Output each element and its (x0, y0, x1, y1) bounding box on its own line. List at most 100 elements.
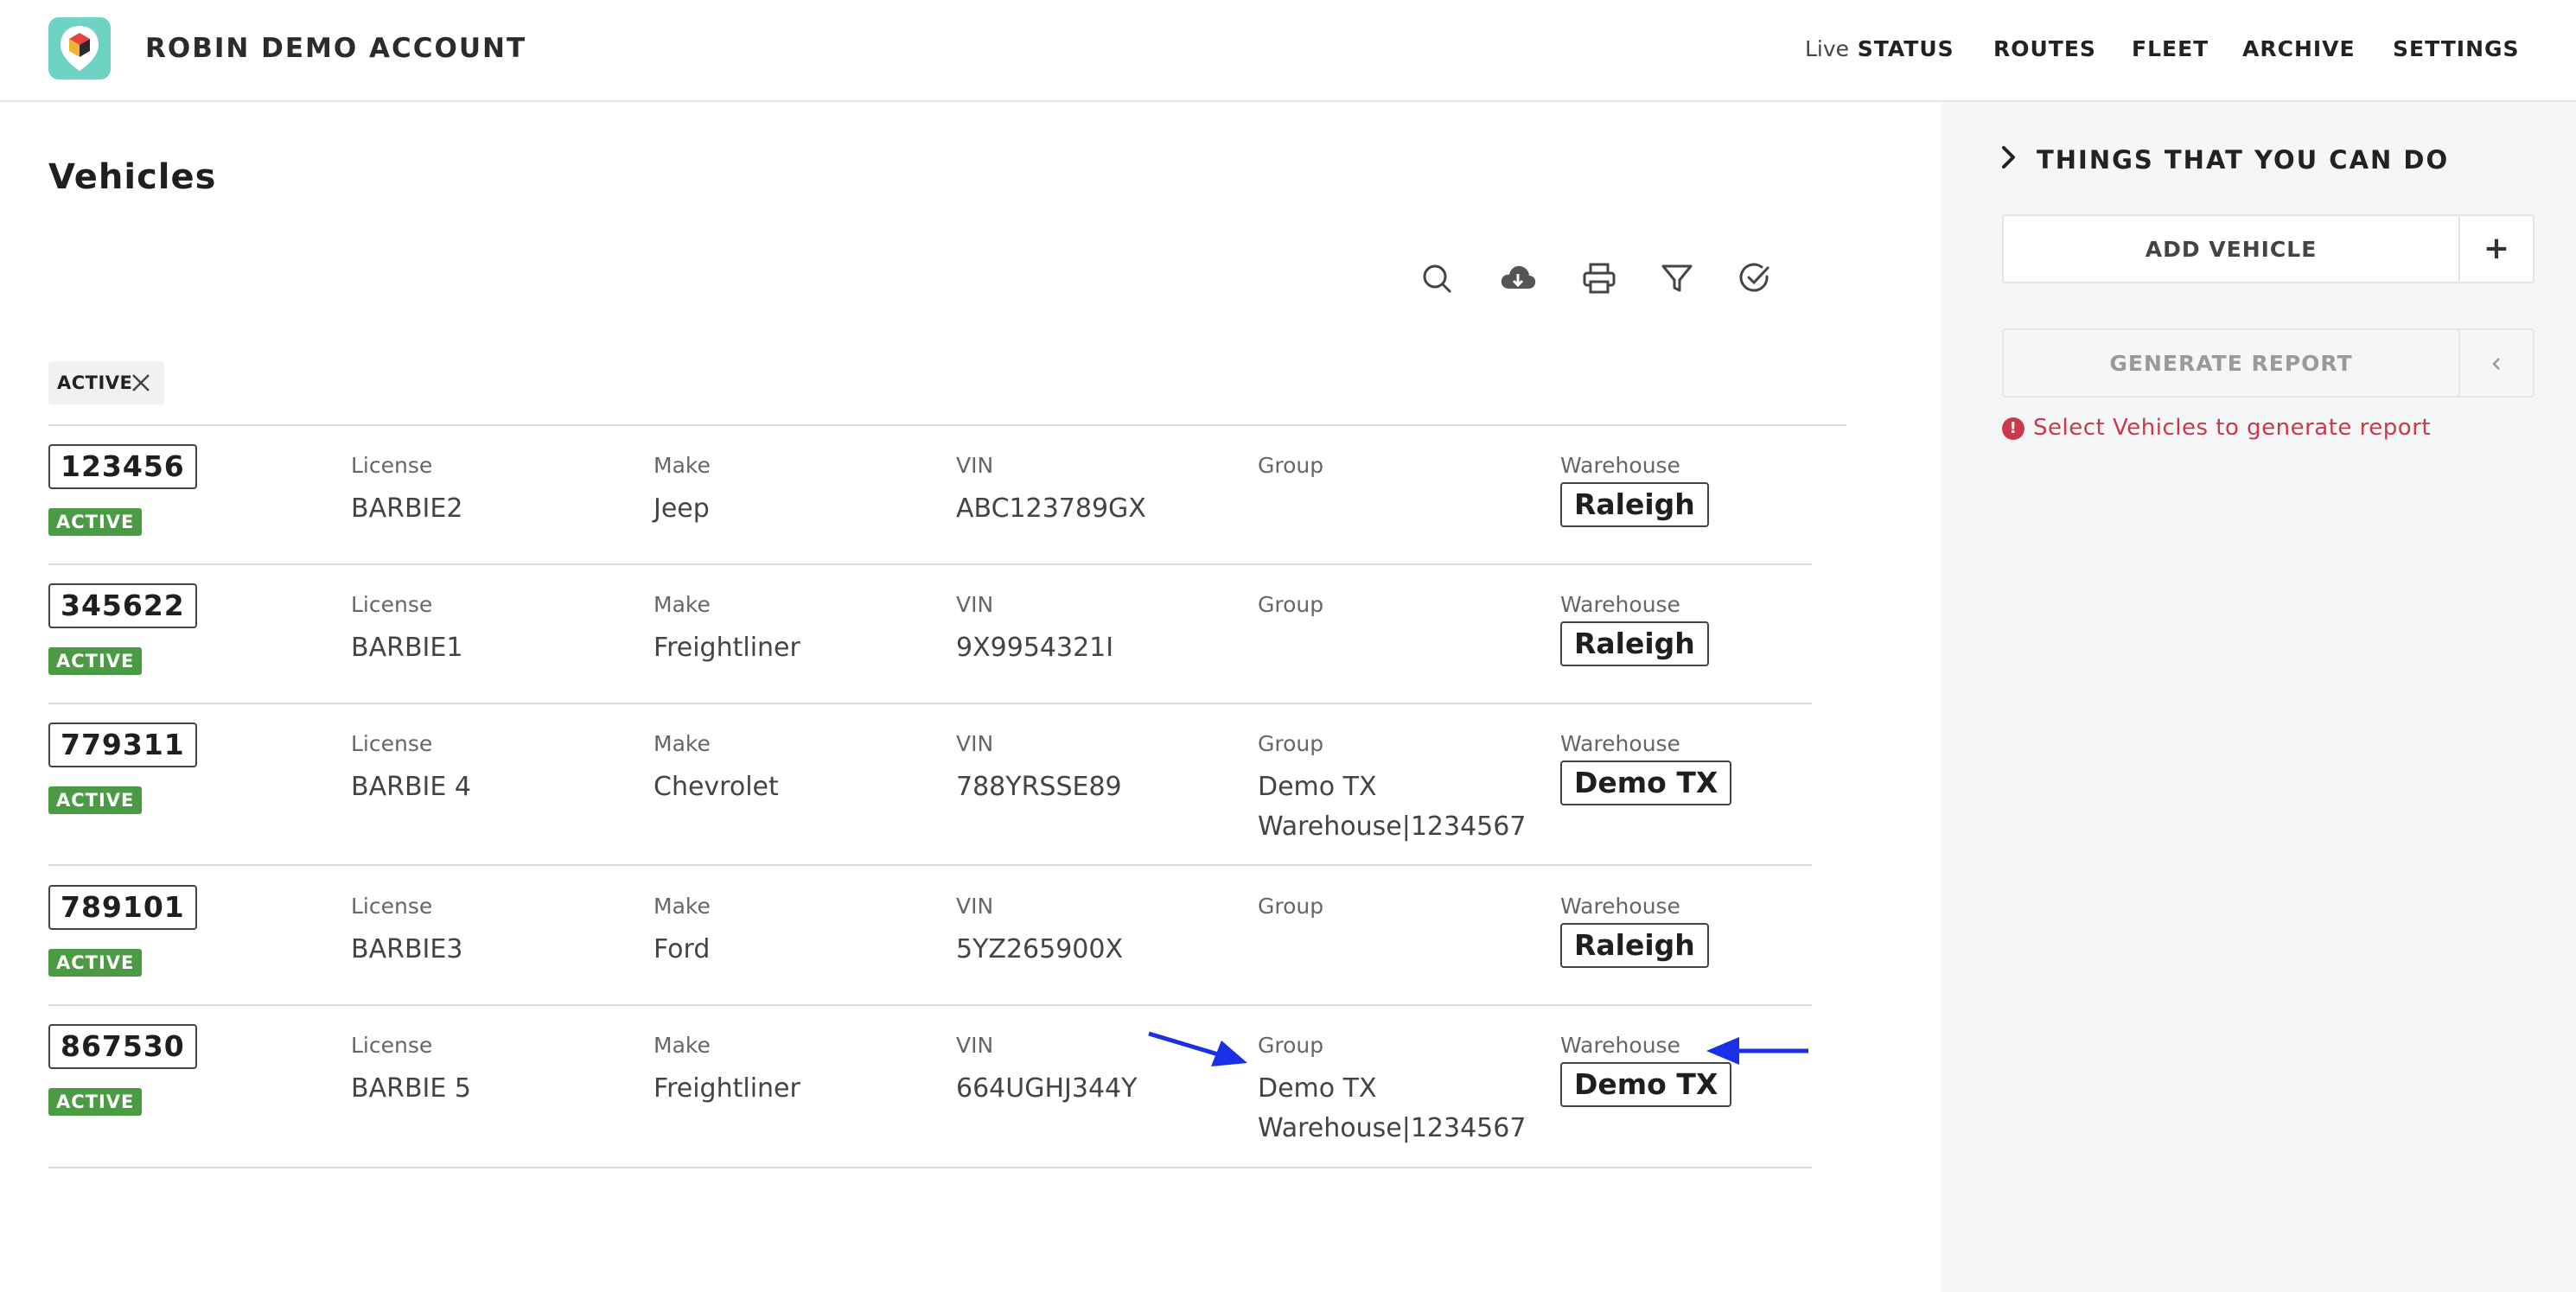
warehouse-label: Warehouse (1560, 592, 1680, 617)
close-icon[interactable] (130, 372, 152, 394)
report-warning-text: Select Vehicles to generate report (2033, 415, 2432, 441)
make-label: Make (654, 592, 711, 617)
nav-live-status[interactable]: Live STATUS (1805, 36, 1954, 61)
nav-archive[interactable]: ARCHIVE (2242, 36, 2356, 61)
make-value: Freightliner (654, 1073, 800, 1104)
status-badge: ACTIVE (48, 949, 143, 977)
status-badge: ACTIVE (48, 508, 143, 536)
vin-label: VIN (956, 592, 994, 617)
license-label: License (351, 453, 433, 478)
nav-routes[interactable]: ROUTES (1993, 36, 2096, 61)
warehouse-badge[interactable]: Raleigh (1560, 482, 1709, 527)
status-badge: ACTIVE (48, 1088, 143, 1116)
license-label: License (351, 731, 433, 756)
make-label: Make (654, 453, 711, 478)
warehouse-label: Warehouse (1560, 894, 1680, 919)
group-label: Group (1258, 731, 1324, 756)
license-label: License (351, 1033, 433, 1058)
vin-label: VIN (956, 1033, 994, 1058)
vin-value: 664UGHJ344Y (956, 1073, 1138, 1104)
nav-fleet[interactable]: FLEET (2132, 36, 2209, 61)
app-logo[interactable] (48, 17, 111, 80)
group-label: Group (1258, 453, 1324, 478)
license-value: BARBIE2 (351, 493, 463, 524)
report-warning: ! Select Vehicles to generate report (2002, 415, 2431, 441)
nav-status-label: STATUS (1857, 36, 1954, 61)
actions-header[interactable]: THINGS THAT YOU CAN DO (2037, 145, 2449, 175)
page-title: Vehicles (48, 157, 217, 197)
table-row[interactable]: 789101 ACTIVE License BARBIE3 Make Ford … (48, 885, 1812, 1006)
check-circle-icon[interactable] (1736, 259, 1774, 297)
license-label: License (351, 592, 433, 617)
nav-live-prefix: Live (1805, 36, 1850, 61)
vin-label: VIN (956, 453, 994, 478)
status-badge: ACTIVE (48, 647, 143, 675)
generate-report-button[interactable]: GENERATE REPORT (2002, 328, 2535, 398)
warehouse-label: Warehouse (1560, 453, 1680, 478)
group-value: Demo TX Warehouse|1234567 (1258, 1073, 1527, 1143)
add-vehicle-label: ADD VEHICLE (2145, 237, 2318, 262)
annotation-arrow-icon (1148, 1031, 1247, 1066)
vehicle-id[interactable]: 789101 (48, 885, 197, 930)
plus-icon[interactable]: + (2460, 216, 2533, 282)
license-value: BARBIE3 (351, 934, 463, 964)
warehouse-badge[interactable]: Demo TX (1560, 761, 1732, 805)
vehicle-id[interactable]: 123456 (48, 444, 197, 489)
vin-label: VIN (956, 894, 994, 919)
license-value: BARBIE 5 (351, 1073, 471, 1104)
status-badge: ACTIVE (48, 786, 143, 814)
cloud-download-icon[interactable] (1499, 259, 1537, 297)
vin-value: 788YRSSE89 (956, 772, 1122, 802)
chevron-right-icon[interactable] (2000, 144, 2018, 170)
make-label: Make (654, 894, 711, 919)
info-icon: ! (2002, 417, 2024, 440)
make-value: Ford (654, 934, 711, 964)
filter-icon[interactable] (1658, 259, 1696, 297)
table-row[interactable]: 123456 ACTIVE License BARBIE2 Make Jeep … (48, 444, 1812, 565)
warehouse-badge[interactable]: Demo TX (1560, 1062, 1732, 1107)
actions-panel: THINGS THAT YOU CAN DO ADD VEHICLE + GEN… (1942, 102, 2576, 1292)
generate-report-label: GENERATE REPORT (2109, 351, 2353, 376)
warehouse-badge[interactable]: Raleigh (1560, 621, 1709, 666)
license-value: BARBIE1 (351, 633, 463, 663)
group-label: Group (1258, 1033, 1324, 1058)
warehouse-badge[interactable]: Raleigh (1560, 923, 1709, 968)
account-name: ROBIN DEMO ACCOUNT (145, 33, 527, 64)
vehicle-id[interactable]: 345622 (48, 583, 197, 628)
active-filter-chip[interactable]: ACTIVE (48, 361, 164, 404)
license-value: BARBIE 4 (351, 772, 471, 802)
row-divider (48, 1004, 1812, 1006)
warehouse-label: Warehouse (1560, 1033, 1680, 1058)
make-label: Make (654, 731, 711, 756)
table-row[interactable]: 779311 ACTIVE License BARBIE 4 Make Chev… (48, 722, 1812, 864)
make-value: Freightliner (654, 633, 800, 663)
vehicle-id[interactable]: 867530 (48, 1024, 197, 1069)
top-header: ROBIN DEMO ACCOUNT Live STATUS ROUTES FL… (0, 0, 2576, 102)
row-divider (48, 703, 1812, 704)
search-icon[interactable] (1418, 259, 1456, 297)
add-vehicle-button[interactable]: ADD VEHICLE + (2002, 214, 2535, 283)
row-divider (48, 864, 1812, 866)
annotation-arrow-icon (1706, 1037, 1808, 1065)
nav-settings[interactable]: SETTINGS (2393, 36, 2520, 61)
table-row[interactable]: 345622 ACTIVE License BARBIE1 Make Freig… (48, 583, 1812, 704)
filter-chip-label: ACTIVE (57, 372, 133, 393)
list-top-divider (48, 424, 1846, 426)
logo-icon (61, 26, 99, 71)
vin-label: VIN (956, 731, 994, 756)
warehouse-label: Warehouse (1560, 731, 1680, 756)
row-divider (48, 1167, 1812, 1168)
license-label: License (351, 894, 433, 919)
row-divider (48, 563, 1812, 565)
vin-value: 9X9954321I (956, 633, 1114, 663)
group-label: Group (1258, 894, 1324, 919)
make-value: Jeep (654, 493, 710, 524)
vin-value: 5YZ265900X (956, 934, 1124, 964)
chevron-left-icon[interactable] (2460, 330, 2533, 396)
make-label: Make (654, 1033, 711, 1058)
vin-value: ABC123789GX (956, 493, 1146, 524)
table-row[interactable]: 867530 ACTIVE License BARBIE 5 Make Frei… (48, 1024, 1812, 1166)
vehicle-id[interactable]: 779311 (48, 722, 197, 767)
printer-icon[interactable] (1580, 259, 1618, 297)
make-value: Chevrolet (654, 772, 779, 802)
